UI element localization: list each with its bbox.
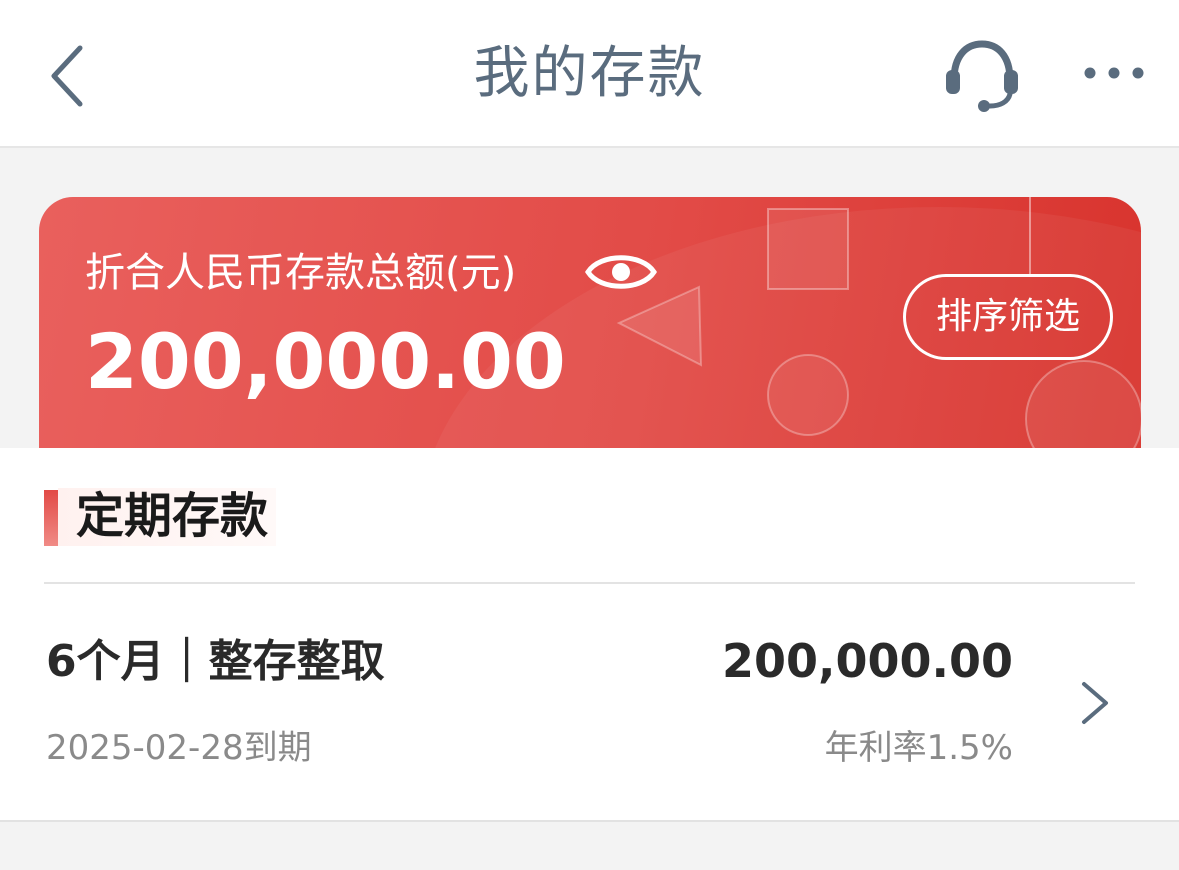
deposit-summary-card: 折合人民币存款总额(元) 200,000.00 排序筛选 bbox=[39, 197, 1141, 448]
deposit-amount: 200,000.00 bbox=[721, 634, 1013, 688]
eye-icon[interactable] bbox=[585, 247, 657, 297]
fixed-deposit-section: 定期存款 6个月｜整存整取 2025-02-28到期 200,000.00 年利… bbox=[0, 448, 1179, 822]
deposit-item[interactable]: 6个月｜整存整取 2025-02-28到期 200,000.00 年利率1.5% bbox=[0, 584, 1179, 820]
more-dots-icon[interactable] bbox=[1078, 52, 1150, 94]
total-deposit-label: 折合人民币存款总额(元) bbox=[85, 250, 517, 296]
maturity-date: 2025-02-28到期 bbox=[46, 728, 312, 768]
headset-icon[interactable] bbox=[940, 36, 1024, 116]
navigation-bar: 我的存款 bbox=[0, 0, 1179, 148]
deposit-term: 6个月｜整存整取 bbox=[46, 636, 385, 687]
section-title: 定期存款 bbox=[76, 488, 269, 544]
section-accent-bar bbox=[44, 490, 58, 546]
total-deposit-amount: 200,000.00 bbox=[85, 317, 566, 406]
sort-filter-button[interactable]: 排序筛选 bbox=[903, 274, 1113, 360]
chevron-right-icon[interactable] bbox=[1078, 680, 1112, 726]
interest-rate: 年利率1.5% bbox=[824, 728, 1013, 768]
